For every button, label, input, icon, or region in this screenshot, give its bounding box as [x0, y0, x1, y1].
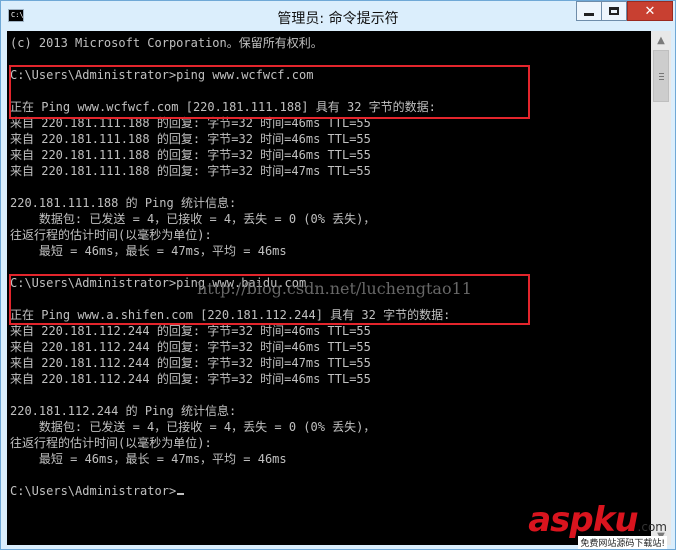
console-line: 来自 220.181.111.188 的回复: 字节=32 时间=46ms TT… — [10, 148, 371, 162]
minimize-button[interactable] — [576, 1, 602, 21]
grip-line — [659, 73, 664, 74]
maximize-icon — [609, 7, 619, 15]
aspku-logo: aspku.com 免费网站源码下载站! — [507, 500, 667, 549]
console-line: 来自 220.181.112.244 的回复: 字节=32 时间=47ms TT… — [10, 356, 371, 370]
console-line: 最短 = 46ms，最长 = 47ms，平均 = 46ms — [10, 244, 287, 258]
grip-line — [659, 76, 664, 77]
console-line: 往返行程的估计时间(以毫秒为单位): — [10, 228, 212, 242]
console-line: 来自 220.181.111.188 的回复: 字节=32 时间=47ms TT… — [10, 164, 371, 178]
console-line: 220.181.112.244 的 Ping 统计信息: — [10, 404, 237, 418]
logo-domain: .com — [637, 520, 667, 534]
command-prompt-window: C:\ 管理员: 命令提示符 ✕ C:\Users\Administrator>… — [0, 0, 676, 550]
console-output[interactable]: C:\Users\Administrator> 最短 = 46ms，最长 = 4… — [7, 31, 651, 545]
vertical-scrollbar[interactable]: ▲ ▼ — [651, 31, 671, 545]
window-title: 管理员: 命令提示符 — [277, 11, 399, 27]
console-line: C:\Users\Administrator> — [10, 483, 185, 499]
highlight-box-ping-1 — [9, 65, 530, 119]
minimize-icon — [584, 13, 594, 16]
watermark: http://blog.csdn.net/luchengtao11 — [197, 279, 472, 298]
console-line: 数据包: 已发送 = 4，已接收 = 4，丢失 = 0 (0% 丢失)， — [10, 212, 376, 226]
console-line: 最短 = 46ms，最长 = 47ms，平均 = 46ms — [10, 452, 287, 466]
logo-text-a: asp — [528, 500, 594, 540]
title-bar[interactable]: C:\ 管理员: 命令提示符 ✕ — [1, 1, 675, 31]
scroll-thumb[interactable] — [653, 50, 669, 102]
text-cursor — [177, 493, 185, 495]
console-line: 来自 220.181.112.244 的回复: 字节=32 时间=46ms TT… — [10, 372, 371, 386]
console-line: 来自 220.181.112.244 的回复: 字节=32 时间=46ms TT… — [10, 340, 371, 354]
maximize-button[interactable] — [601, 1, 627, 21]
console-line: 来自 220.181.112.244 的回复: 字节=32 时间=46ms TT… — [10, 324, 371, 338]
grip-line — [659, 79, 664, 80]
console-line: 数据包: 已发送 = 4，已接收 = 4，丢失 = 0 (0% 丢失)， — [10, 420, 376, 434]
console-line: 往返行程的估计时间(以毫秒为单位): — [10, 436, 212, 450]
prompt-text: C:\Users\Administrator> — [10, 484, 177, 498]
scroll-up-icon[interactable]: ▲ — [651, 31, 671, 49]
console-line: 220.181.111.188 的 Ping 统计信息: — [10, 196, 237, 210]
console-line: (c) 2013 Microsoft Corporation。保留所有权利。 — [10, 36, 323, 50]
console-line: 来自 220.181.111.188 的回复: 字节=32 时间=46ms TT… — [10, 132, 371, 146]
logo-text-b: ku — [592, 500, 639, 540]
logo-tagline: 免费网站源码下载站! — [578, 536, 667, 549]
close-button[interactable]: ✕ — [627, 1, 673, 21]
close-icon: ✕ — [644, 3, 656, 19]
